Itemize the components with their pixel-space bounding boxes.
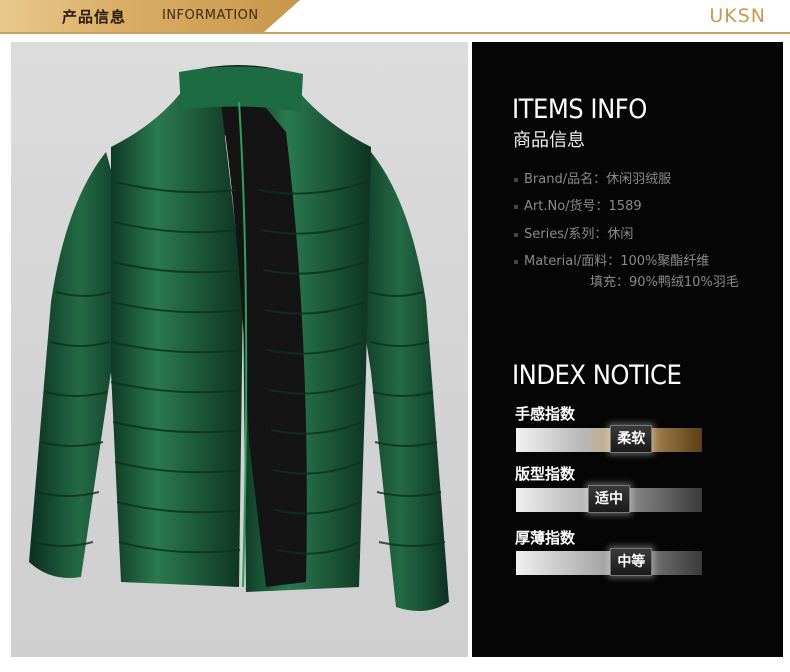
header-divider bbox=[0, 32, 790, 34]
items-info-title: ITEMS INFO bbox=[512, 94, 647, 125]
index-notice-title: INDEX NOTICE bbox=[512, 360, 682, 391]
index-track bbox=[516, 428, 702, 452]
index-bar-thickness: 中等 bbox=[516, 548, 702, 576]
bullet-icon bbox=[514, 204, 518, 209]
spec-art-no-text: Art.No/货号：1589 bbox=[524, 199, 642, 214]
index-track bbox=[516, 551, 702, 575]
spec-art-no: Art.No/货号：1589 bbox=[514, 195, 642, 214]
spec-brand-text: Brand/品名：休闲羽绒服 bbox=[524, 172, 672, 187]
spec-material-text: Material/面料：100%聚酯纤维 bbox=[524, 254, 710, 269]
index-bar-fit: 适中 bbox=[516, 485, 702, 513]
jacket-illustration bbox=[29, 64, 449, 611]
spec-brand: Brand/品名：休闲羽绒服 bbox=[514, 168, 671, 187]
index-label-fit: 版型指数 bbox=[515, 465, 576, 483]
spec-filling: 填充：90%鸭绒10%羽毛 bbox=[590, 275, 739, 290]
brand-logo: UKSN bbox=[709, 5, 766, 27]
bullet-icon bbox=[514, 259, 518, 264]
index-label-thickness: 厚薄指数 bbox=[515, 529, 576, 547]
bullet-icon bbox=[514, 177, 518, 182]
index-bar-feel: 柔软 bbox=[516, 425, 702, 453]
product-photo bbox=[11, 42, 468, 657]
header-title-en: INFORMATION bbox=[162, 8, 259, 23]
bullet-icon bbox=[514, 232, 518, 237]
spec-series: Series/系列：休闲 bbox=[514, 223, 633, 242]
header-title-cn: 产品信息 bbox=[62, 8, 127, 26]
index-label-feel: 手感指数 bbox=[515, 405, 576, 423]
index-value-badge: 适中 bbox=[588, 485, 630, 513]
info-panel: ITEMS INFO 商品信息 Brand/品名：休闲羽绒服 Art.No/货号… bbox=[472, 42, 783, 657]
index-value-badge: 柔软 bbox=[610, 425, 653, 453]
page-header: 产品信息 INFORMATION UKSN bbox=[0, 0, 790, 34]
spec-series-text: Series/系列：休闲 bbox=[524, 227, 634, 242]
spec-material: Material/面料：100%聚酯纤维 bbox=[514, 250, 709, 269]
items-info-subtitle: 商品信息 bbox=[513, 130, 585, 151]
index-value-badge: 中等 bbox=[610, 548, 653, 576]
